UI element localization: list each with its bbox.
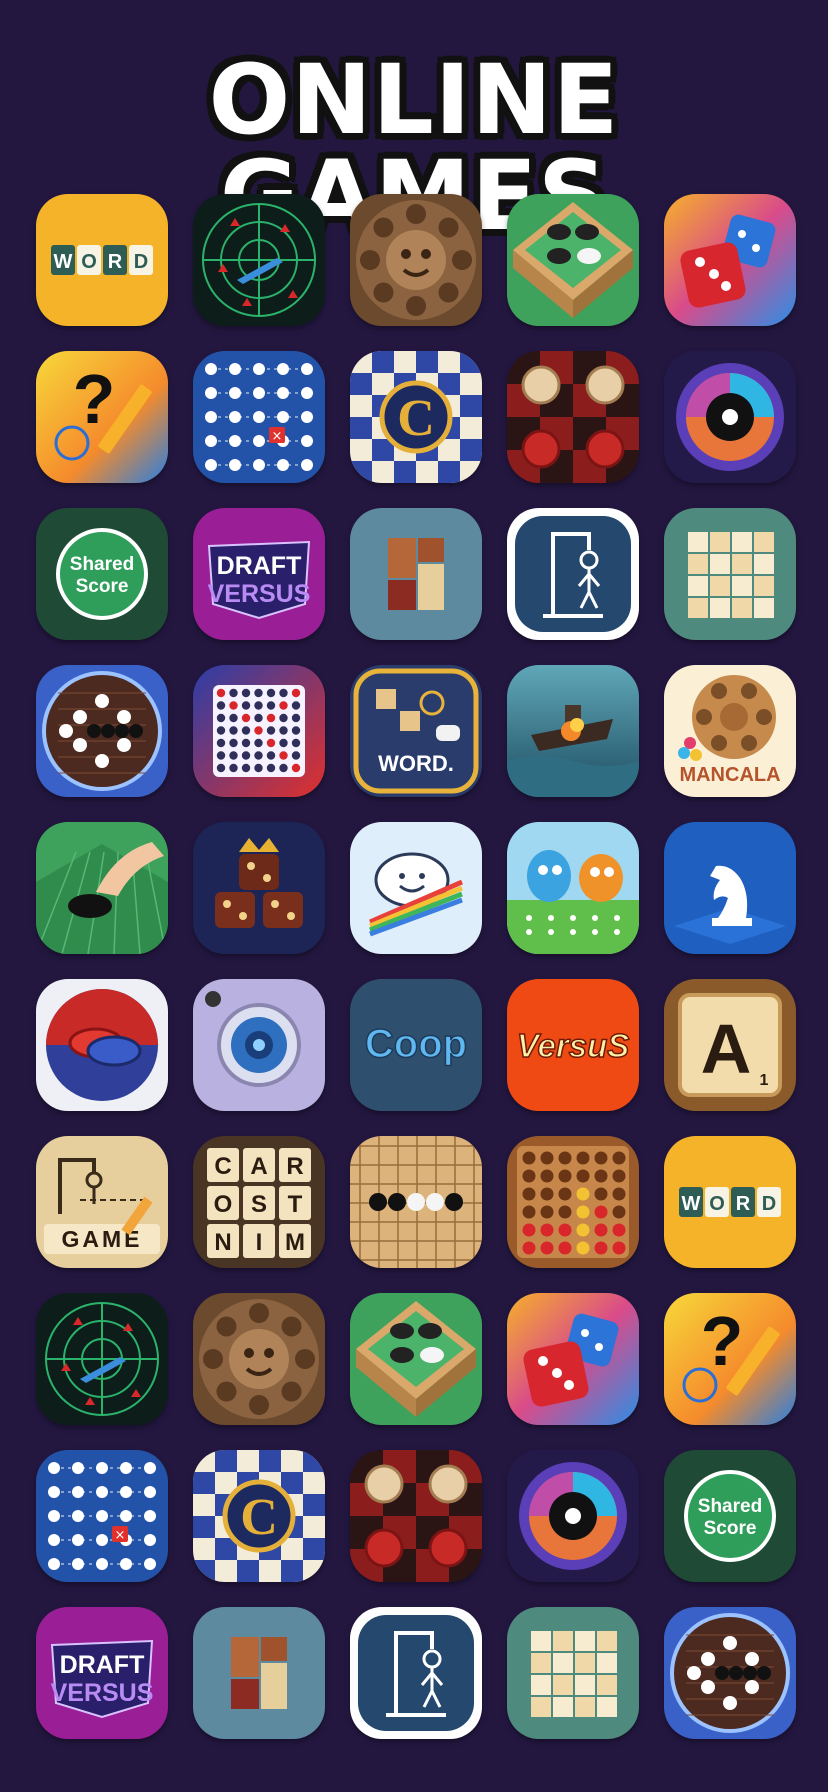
svg-text:R: R [286,1153,303,1180]
svg-text:Shared: Shared [70,554,134,575]
checkers-app-icon[interactable] [350,1450,482,1582]
svg-text:DRAFT: DRAFT [60,1651,145,1679]
svg-text:?: ? [73,360,116,438]
camera-app-icon[interactable] [193,979,325,1111]
svg-text:C: C [214,1153,231,1180]
svg-text:1: 1 [760,1072,769,1089]
mancala-app-icon[interactable]: MANCALA [664,665,796,797]
svg-text:×: × [272,429,283,444]
monsters-app-icon[interactable] [507,822,639,954]
radar-app-icon[interactable] [36,1293,168,1425]
svg-text:R: R [108,251,123,273]
versus-logo-app-icon[interactable]: VersuS [507,979,639,1111]
hangman-app-icon[interactable] [350,1607,482,1739]
reversi-app-icon[interactable] [507,194,639,326]
svg-text:O: O [214,1191,233,1218]
word-app-icon[interactable]: W O R D [664,1136,796,1268]
hangman-app-icon[interactable] [507,508,639,640]
svg-text:W: W [54,251,73,273]
svg-text:M: M [285,1229,305,1256]
svg-text:C: C [240,1489,278,1546]
lens-app-icon[interactable] [664,351,796,483]
chess-app-icon[interactable]: C [193,1450,325,1582]
connect-four-app-icon[interactable] [193,665,325,797]
svg-text:R: R [736,1193,751,1215]
svg-text:VERSUS: VERSUS [208,580,311,608]
hangman-game-app-icon[interactable]: GAME [36,1136,168,1268]
word-app-icon[interactable]: W O R D [36,194,168,326]
svg-text:D: D [134,251,148,273]
checkers-app-icon[interactable] [507,351,639,483]
svg-text:A: A [701,1010,752,1088]
draw-app-icon[interactable]: ? [664,1293,796,1425]
dice-app-icon[interactable] [507,1293,639,1425]
draft-versus-app-icon[interactable]: DRAFT VERSUS [193,508,325,640]
svg-text:VERSUS: VERSUS [51,1679,154,1707]
disc-hand-app-icon[interactable] [36,822,168,954]
svg-text:Coop: Coop [365,1022,467,1066]
svg-text:Score: Score [76,576,129,597]
draft-versus-app-icon[interactable]: DRAFT VERSUS [36,1607,168,1739]
svg-text:W: W [682,1193,701,1215]
word-book-app-icon[interactable]: WORD. [350,665,482,797]
word-nim-app-icon[interactable]: CAR OST NIM [193,1136,325,1268]
chess-app-icon[interactable]: C [350,351,482,483]
coop-app-icon[interactable]: Coop [350,979,482,1111]
reversi-app-icon[interactable] [350,1293,482,1425]
svg-text:?: ? [701,1302,744,1380]
svg-text:T: T [288,1191,303,1218]
svg-text:VersuS: VersuS [517,1027,630,1064]
letter-grid-app-icon[interactable] [507,1607,639,1739]
dots-app-icon[interactable]: × [36,1450,168,1582]
letter-grid-app-icon[interactable] [664,508,796,640]
connect-wood-app-icon[interactable] [507,1136,639,1268]
svg-text:MANCALA: MANCALA [679,764,780,786]
shared-score-app-icon[interactable]: Shared Score [664,1450,796,1582]
knight-app-icon[interactable] [664,822,796,954]
svg-text:O: O [709,1193,725,1215]
tiki-app-icon[interactable] [193,1293,325,1425]
lens-app-icon[interactable] [507,1450,639,1582]
svg-text:×: × [115,1528,126,1543]
chat-app-icon[interactable] [350,822,482,954]
scrabble-app-icon[interactable]: A 1 [664,979,796,1111]
svg-text:Shared: Shared [698,1496,762,1517]
svg-text:S: S [251,1191,267,1218]
svg-text:DRAFT: DRAFT [217,552,302,580]
svg-text:D: D [762,1193,776,1215]
svg-text:A: A [250,1153,267,1180]
svg-text:WORD.: WORD. [378,751,454,776]
svg-text:N: N [214,1229,231,1256]
dice-app-icon[interactable] [664,194,796,326]
battleship-app-icon[interactable] [507,665,639,797]
blocks-app-icon[interactable] [350,508,482,640]
gomoku-wood-app-icon[interactable] [350,1136,482,1268]
dice-crown-app-icon[interactable] [193,822,325,954]
shared-score-app-icon[interactable]: Shared Score [36,508,168,640]
radar-app-icon[interactable] [193,194,325,326]
draw-app-icon[interactable]: ? [36,351,168,483]
svg-text:Score: Score [704,1518,757,1539]
checkers-versus-app-icon[interactable] [36,979,168,1111]
blocks-app-icon[interactable] [193,1607,325,1739]
tiki-app-icon[interactable] [350,194,482,326]
dots-app-icon[interactable]: × [193,351,325,483]
gomoku-app-icon[interactable] [36,665,168,797]
svg-text:C: C [397,390,435,447]
app-grid: W O R D ? × C Shared Score DRAFT VERSUS … [0,0,828,1792]
svg-text:I: I [256,1229,263,1256]
gomoku-app-icon[interactable] [664,1607,796,1739]
svg-text:O: O [81,251,97,273]
